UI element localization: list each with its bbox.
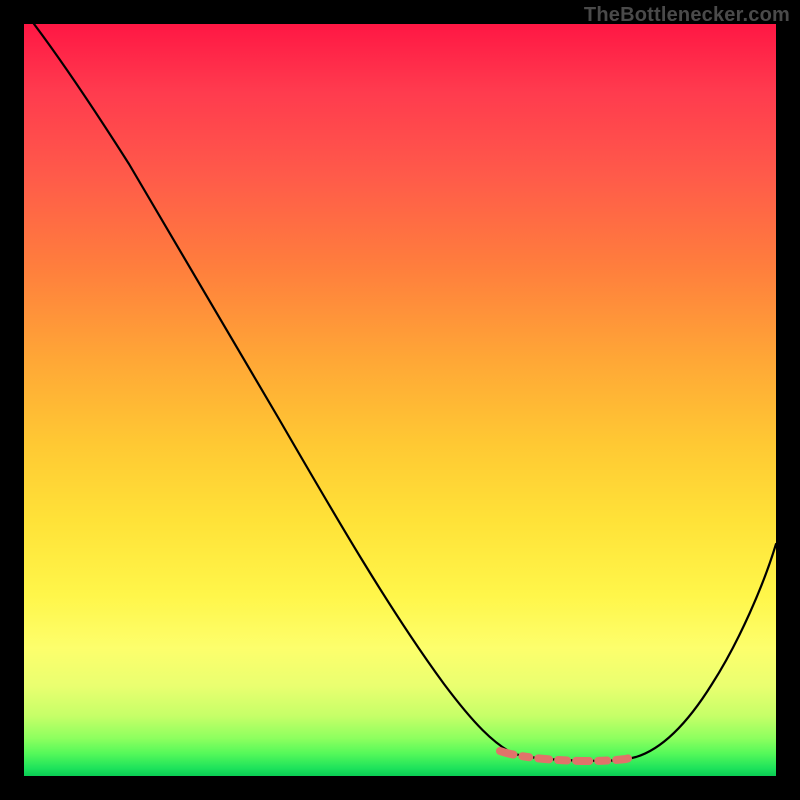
chart-svg <box>24 24 776 776</box>
chart-frame: TheBottlenecker.com <box>0 0 800 800</box>
attribution-label: TheBottlenecker.com <box>584 4 790 27</box>
bottleneck-curve <box>34 24 776 761</box>
chart-plot-area <box>24 24 776 776</box>
